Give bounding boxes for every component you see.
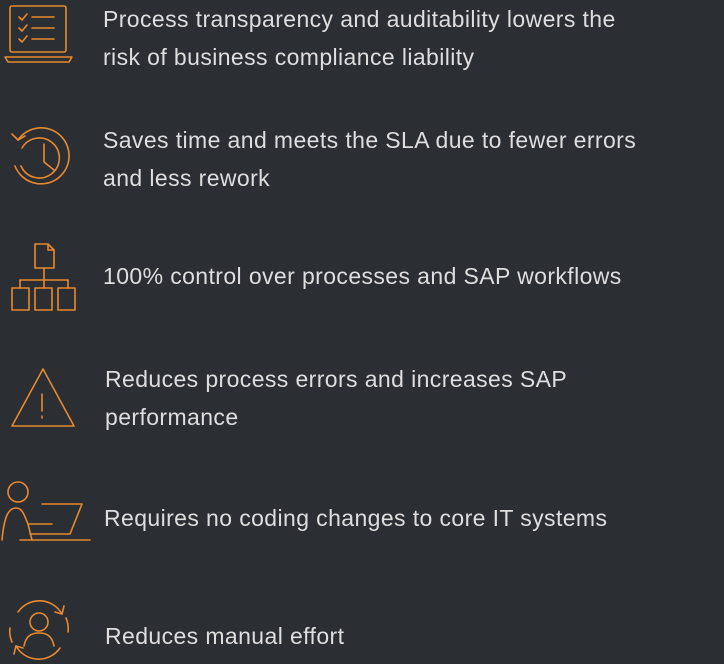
benefit-text-line: risk of business compliance liability	[103, 44, 475, 70]
benefit-text: Reduces manual effort	[105, 617, 344, 655]
benefit-text-line: Process transparency and auditability lo…	[103, 6, 616, 32]
benefit-item-manual-effort: Reduces manual effort	[0, 590, 724, 664]
benefit-text: Process transparency and auditability lo…	[103, 0, 616, 76]
person-cycle-icon	[4, 598, 74, 664]
checklist-laptop-icon	[4, 2, 76, 66]
benefit-text-line: 100% control over processes and SAP work…	[103, 263, 622, 289]
benefit-item-no-coding: Requires no coding changes to core IT sy…	[0, 470, 724, 560]
benefit-text: Requires no coding changes to core IT sy…	[104, 499, 607, 537]
benefit-item-transparency: Process transparency and auditability lo…	[0, 0, 724, 90]
benefit-item-errors: Reduces process errors and increases SAP…	[0, 350, 724, 440]
benefit-text-line: Reduces manual effort	[105, 623, 345, 649]
benefit-item-saves-time: Saves time and meets the SLA due to fewe…	[0, 110, 724, 200]
benefit-text: Reduces process errors and increases SAP…	[105, 360, 567, 436]
warning-triangle-icon	[10, 366, 76, 430]
benefit-text: Saves time and meets the SLA due to fewe…	[103, 121, 636, 197]
benefit-text-line: Reduces process errors and increases SAP	[105, 366, 568, 392]
benefit-text-line: Saves time and meets the SLA due to fewe…	[103, 127, 637, 153]
benefit-item-control: 100% control over processes and SAP work…	[0, 230, 724, 320]
benefit-text-line: Requires no coding changes to core IT sy…	[104, 505, 608, 531]
hierarchy-icon	[10, 242, 76, 314]
benefit-text: 100% control over processes and SAP work…	[103, 257, 622, 295]
benefit-text-line: performance	[105, 404, 239, 430]
clock-history-icon	[8, 126, 74, 192]
person-laptop-icon	[0, 478, 92, 548]
benefit-text-line: and less rework	[103, 165, 271, 191]
